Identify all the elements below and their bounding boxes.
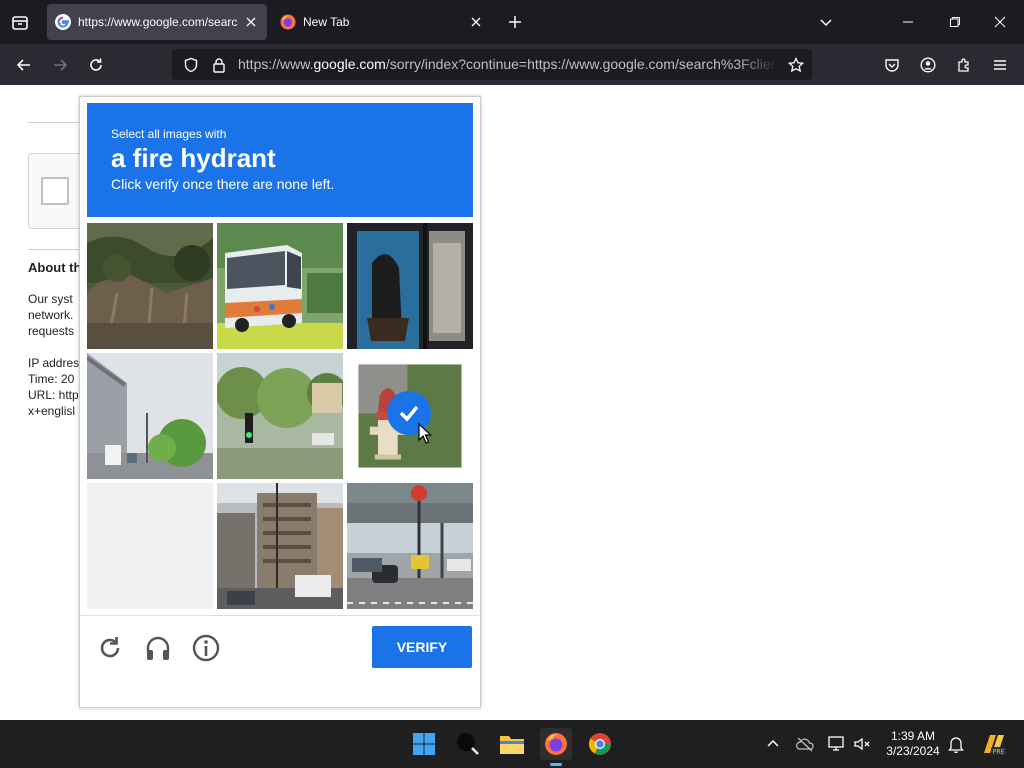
pocket-icon[interactable]: [881, 54, 903, 76]
tab-title: https://www.google.com/search: [78, 15, 238, 29]
recaptcha-challenge-dialog: Select all images with a fire hydrant Cl…: [79, 96, 481, 708]
windows-start-icon[interactable]: [408, 728, 440, 760]
volume-muted-icon[interactable]: [850, 728, 874, 760]
url-text[interactable]: https://www.google.com/sorry/index?conti…: [238, 56, 778, 74]
hamburger-menu-icon[interactable]: [989, 54, 1011, 76]
chevron-up-icon[interactable]: [762, 728, 784, 760]
forward-arrow-icon[interactable]: [49, 54, 71, 76]
image-tile-loading[interactable]: [87, 483, 213, 609]
image-tile-poster-window[interactable]: [347, 223, 473, 349]
firefox-icon: [280, 14, 296, 30]
url-line: URL: http: [28, 388, 79, 402]
tab-new-tab[interactable]: New Tab: [272, 4, 492, 40]
image-tile-traffic-light-trees[interactable]: [217, 353, 343, 479]
about-heading: About th: [28, 260, 82, 275]
url-path: /sorry/index?continue=https://www.google…: [385, 56, 778, 72]
instruction-small: Select all images with: [111, 127, 227, 141]
firefox-view-icon[interactable]: [9, 12, 31, 34]
file-explorer-icon[interactable]: [496, 728, 528, 760]
svg-text:PRE: PRE: [993, 749, 1005, 756]
body-text-line: requests: [28, 324, 75, 338]
back-arrow-icon[interactable]: [13, 54, 35, 76]
lock-icon[interactable]: [210, 56, 228, 74]
new-tab-plus-icon[interactable]: [505, 12, 525, 32]
windows-taskbar: 1:39 AM 3/23/2024 PRE: [0, 720, 1024, 768]
list-all-tabs-chevron-icon[interactable]: [816, 12, 836, 32]
url-prefix: https://www.: [238, 56, 314, 72]
body-text-line: Our syst: [28, 292, 73, 306]
time-line: Time: 20: [28, 372, 75, 386]
tab-google-search[interactable]: https://www.google.com/search: [47, 4, 267, 40]
body-text-line: network.: [28, 308, 74, 322]
verify-button[interactable]: VERIFY: [372, 626, 472, 668]
copilot-pre-icon[interactable]: PRE: [978, 728, 1010, 760]
minimize-window-icon[interactable]: [898, 12, 918, 32]
firefox-icon[interactable]: [540, 728, 572, 766]
image-tile-city-street[interactable]: [217, 483, 343, 609]
extensions-puzzle-icon[interactable]: [953, 54, 975, 76]
bookmark-star-icon[interactable]: [786, 55, 806, 75]
reload-challenge-icon[interactable]: [94, 632, 126, 664]
image-tile-overpass-road[interactable]: [87, 353, 213, 479]
close-tab-icon[interactable]: [468, 14, 484, 30]
clock-date: 3/23/2024: [886, 744, 940, 758]
reload-icon[interactable]: [85, 54, 107, 76]
url-line-continued: x+englisl: [28, 404, 76, 418]
browser-tab-bar: https://www.google.com/search New Tab: [0, 0, 1024, 44]
challenge-target: a fire hydrant: [111, 143, 276, 173]
account-icon[interactable]: [917, 54, 939, 76]
clock-time: 1:39 AM: [890, 729, 936, 743]
image-tile-overgrown-wall[interactable]: [87, 223, 213, 349]
system-clock[interactable]: 1:39 AM 3/23/2024: [878, 729, 948, 759]
chrome-icon[interactable]: [584, 728, 616, 760]
tab-title: New Tab: [303, 15, 350, 29]
recaptcha-checkbox[interactable]: [41, 177, 69, 205]
audio-headphones-icon[interactable]: [142, 632, 174, 664]
image-tile-street-cars[interactable]: [347, 483, 473, 609]
instruction-note: Click verify once there are none left.: [111, 176, 335, 192]
close-tab-icon[interactable]: [243, 14, 259, 30]
active-app-indicator: [550, 763, 562, 766]
challenge-header: Select all images with a fire hydrant Cl…: [87, 103, 473, 217]
google-g-icon: [55, 14, 71, 30]
url-domain: google.com: [313, 56, 386, 72]
address-bar[interactable]: https://www.google.com/sorry/index?conti…: [172, 49, 812, 80]
mouse-cursor-icon: [418, 422, 432, 445]
tracking-protection-shield-icon[interactable]: [182, 56, 200, 74]
onedrive-offline-icon[interactable]: [793, 728, 817, 760]
notification-bell-icon[interactable]: [944, 728, 968, 760]
ip-address-line: IP addres: [28, 356, 80, 370]
search-icon[interactable]: [452, 728, 484, 760]
info-icon[interactable]: [190, 632, 222, 664]
network-icon[interactable]: [825, 728, 849, 760]
image-tile-bus[interactable]: [217, 223, 343, 349]
close-window-icon[interactable]: [990, 12, 1010, 32]
image-tile-fire-hydrant[interactable]: [347, 353, 473, 479]
restore-window-icon[interactable]: [945, 12, 965, 32]
footer-divider: [80, 615, 480, 616]
